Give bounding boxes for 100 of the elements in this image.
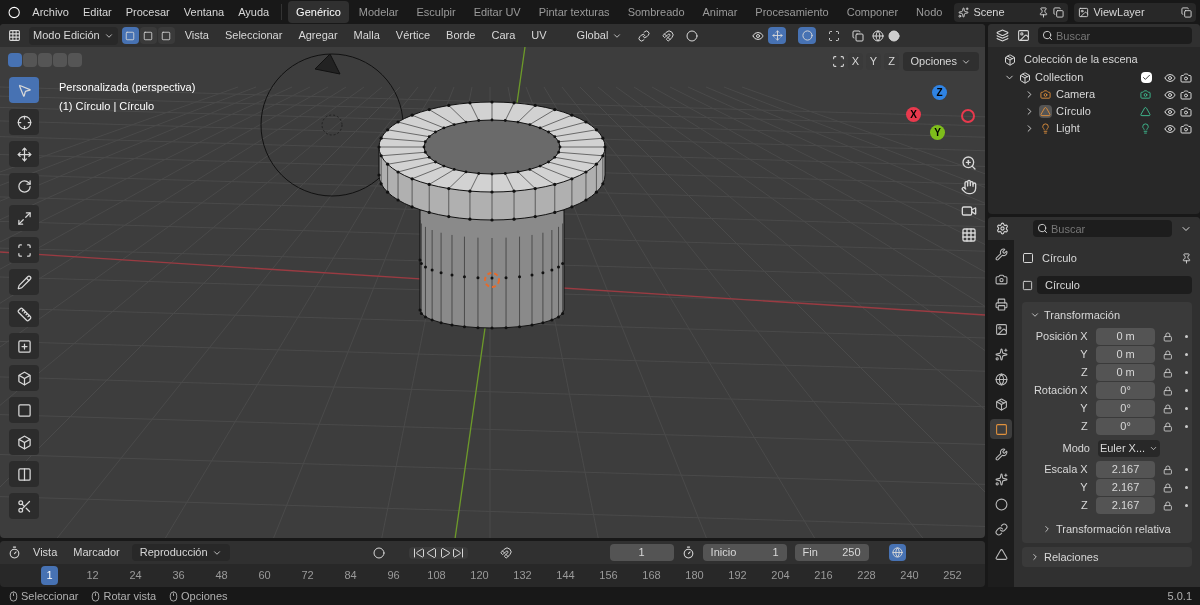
value-field[interactable]: 2.167 — [1095, 461, 1156, 478]
menu-item[interactable]: Procesar — [119, 3, 176, 21]
render-icon[interactable] — [1180, 71, 1192, 84]
triangle-icon[interactable] — [1140, 106, 1151, 117]
workspace-tab[interactable]: Pintar texturas — [530, 0, 618, 24]
lock-icon[interactable] — [1163, 349, 1174, 360]
gizmo-toggle[interactable] — [768, 27, 787, 44]
object-name-field[interactable]: Círculo — [1037, 276, 1192, 294]
sync-toggle[interactable] — [888, 544, 906, 561]
lock-icon[interactable] — [1163, 482, 1174, 493]
workspace-tab[interactable]: Nodo — [908, 0, 951, 24]
value-field[interactable]: 2.167 — [1095, 497, 1156, 514]
keyframe-record-icon[interactable] — [372, 546, 385, 559]
workspace-tab[interactable]: Esculpir — [408, 0, 464, 24]
jump-start-icon[interactable] — [412, 546, 425, 559]
lock-icon[interactable] — [1163, 331, 1174, 342]
select-mode-button[interactable] — [157, 27, 175, 44]
properties-tab[interactable] — [990, 419, 1012, 439]
render-icon[interactable] — [1180, 122, 1192, 135]
value-field[interactable]: 2.167 — [1095, 479, 1156, 496]
axis-gizmo-handle[interactable]: Z — [932, 85, 947, 100]
stopwatch-icon[interactable] — [681, 546, 695, 559]
visibility-icon[interactable] — [1164, 122, 1176, 135]
menu-item[interactable]: Ventana — [177, 3, 231, 21]
pin-icon[interactable] — [1038, 6, 1050, 18]
mesh-edit-overlay-icon[interactable] — [828, 29, 841, 42]
playback-dropdown[interactable]: Reproducción — [131, 544, 230, 561]
outliner-root[interactable]: Colección de la escena — [1024, 51, 1138, 68]
subpanel-header[interactable]: Transformación relativa — [1026, 519, 1188, 539]
outliner-item[interactable]: Círculo — [1056, 103, 1136, 120]
workspace-tab[interactable]: Procesamiento — [747, 0, 837, 24]
outliner-search-field[interactable]: Buscar — [1038, 27, 1192, 44]
select-mode-button[interactable] — [121, 27, 139, 44]
start-frame-field[interactable]: Inicio 1 — [702, 544, 787, 561]
value-field[interactable]: 0° — [1095, 400, 1156, 417]
view-layer-selector[interactable]: ViewLayer — [1074, 2, 1196, 22]
wireframe-shading-icon[interactable] — [872, 29, 885, 42]
tool-button[interactable] — [9, 493, 39, 519]
scene-selector[interactable]: Scene — [954, 2, 1069, 22]
tool-button[interactable] — [9, 333, 39, 359]
viewport-menu-item[interactable]: Borde — [440, 27, 482, 44]
workspace-tab[interactable]: Animar — [694, 0, 746, 24]
viewport-menu-item[interactable]: UV — [525, 27, 553, 44]
visibility-icon[interactable] — [1164, 105, 1176, 118]
camera-icon[interactable] — [1140, 89, 1151, 100]
lock-icon[interactable] — [1163, 403, 1174, 414]
tool-button[interactable] — [9, 461, 39, 487]
lock-icon[interactable] — [1163, 385, 1174, 396]
menu-item[interactable]: Ayuda — [232, 3, 276, 21]
axis-gizmo-handle[interactable]: X — [906, 107, 921, 122]
proportional-edit-icon[interactable] — [686, 29, 699, 42]
checkbox[interactable] — [1141, 72, 1152, 83]
display-mode-icon[interactable] — [996, 29, 1009, 42]
app-logo-icon[interactable] — [8, 5, 21, 19]
value-field[interactable]: 0 m — [1095, 364, 1156, 381]
workspace-tab[interactable]: Modelar — [350, 0, 407, 24]
end-frame-field[interactable]: Fin 250 — [794, 544, 869, 561]
mode-dropdown[interactable]: Euler X... — [1098, 439, 1160, 457]
lock-icon[interactable] — [1163, 421, 1174, 432]
render-icon[interactable] — [1180, 105, 1192, 118]
tool-button[interactable] — [9, 301, 39, 327]
overlay-toggle[interactable] — [798, 27, 817, 44]
workspace-tab[interactable]: Genérico — [288, 0, 349, 24]
options-dropdown[interactable]: Opciones — [902, 52, 979, 71]
workspace-tab[interactable]: Sombreado — [619, 0, 693, 24]
copy-icon[interactable] — [1181, 6, 1192, 18]
play-reverse-icon[interactable] — [425, 546, 438, 559]
properties-search-field[interactable]: Buscar — [1033, 220, 1172, 237]
panel-header[interactable]: Transformación — [1022, 306, 1192, 324]
mirror-axis-toggle[interactable]: X — [848, 53, 863, 70]
tool-button[interactable] — [9, 397, 39, 423]
outliner-item[interactable]: Light — [1056, 120, 1136, 137]
visibility-icon[interactable] — [1164, 71, 1176, 84]
value-field[interactable]: 0° — [1095, 418, 1156, 435]
viewport-menu-item[interactable]: Cara — [485, 27, 522, 44]
menu-item[interactable]: Editar — [77, 3, 118, 21]
visibility-icon[interactable] — [1164, 88, 1176, 101]
axis-gizmo-handle[interactable]: Y — [930, 125, 945, 140]
menu-item[interactable]: Archivo — [26, 3, 75, 21]
timeline-menu-item[interactable]: Vista — [29, 544, 62, 561]
workspace-tab[interactable]: Componer — [838, 0, 907, 24]
render-icon[interactable] — [1180, 88, 1192, 101]
panel-header[interactable]: Relaciones — [1022, 547, 1192, 567]
tool-button[interactable] — [9, 269, 39, 295]
viewport-menu-item[interactable]: Vértice — [389, 27, 437, 44]
solid-shading-icon[interactable] — [888, 29, 901, 42]
lightbulb-icon[interactable] — [1140, 123, 1151, 134]
viewport-menu-item[interactable]: Malla — [347, 27, 386, 44]
viewport-menu-item[interactable]: Vista — [178, 27, 215, 44]
pin-icon[interactable] — [1181, 252, 1192, 264]
visibility-icon[interactable] — [752, 29, 765, 42]
viewport-menu-item[interactable]: Agregar — [292, 27, 344, 44]
tool-button[interactable] — [9, 429, 39, 455]
value-field[interactable]: 0 m — [1095, 346, 1156, 363]
current-frame-field[interactable]: 1 — [609, 544, 674, 561]
value-field[interactable]: 0° — [1095, 382, 1156, 399]
tool-button[interactable] — [9, 173, 39, 199]
pan-hand-icon[interactable] — [961, 179, 977, 195]
snap-icon[interactable] — [662, 29, 675, 42]
lock-icon[interactable] — [1163, 500, 1174, 511]
